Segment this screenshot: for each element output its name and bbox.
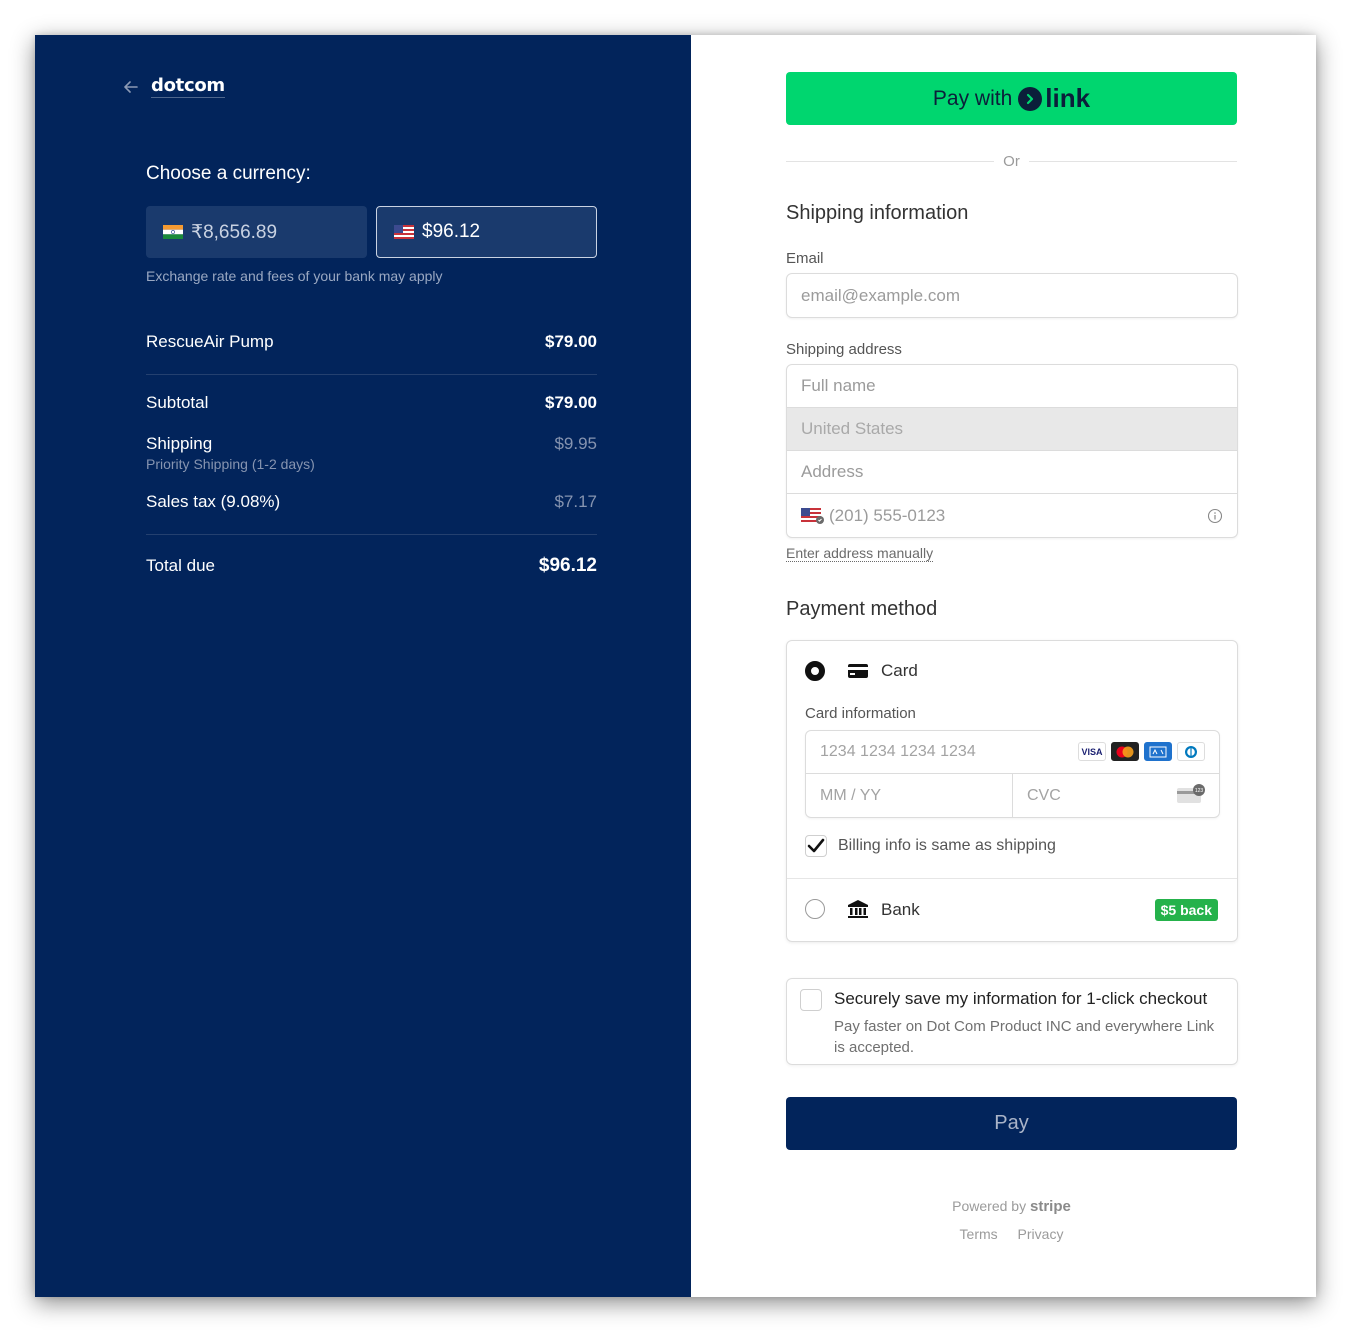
enter-address-manually-link[interactable]: Enter address manually [786,546,934,562]
svg-text:123: 123 [1195,788,1204,794]
bank-cashback-badge: $5 back [1154,899,1218,921]
or-separator: Or [786,151,1238,171]
bank-radio[interactable] [805,899,825,919]
brand-name: dotcom [151,75,225,98]
full-name-input[interactable]: Full name [787,365,1237,408]
phone-field[interactable]: (201) 555-0123 [787,494,1237,537]
powered-by-text: Powered by [952,1198,1027,1214]
card-label[interactable]: Card [881,661,918,681]
card-number-placeholder: 1234 1234 1234 1234 [820,743,976,760]
link-logo: link [1018,83,1090,114]
tax-row: Sales tax (9.08%) $7.17 [146,492,597,512]
bank-label[interactable]: Bank [881,900,920,920]
country-select[interactable]: United States [787,408,1237,451]
diners-icon [1177,742,1205,761]
pay-button[interactable]: Pay [786,1097,1237,1150]
checkmark-icon [807,838,825,853]
privacy-link[interactable]: Privacy [1018,1226,1064,1242]
card-brands: VISA [1078,742,1205,761]
shipping-address-group: Full name United States Address (201) 55… [786,364,1238,538]
pay-with-link-button[interactable]: Pay with link [786,72,1237,125]
card-fields: 1234 1234 1234 1234 VISA MM / YY CVC 123 [805,730,1220,818]
currency-option-usd[interactable]: $96.12 [376,206,597,258]
link-logo-text: link [1045,83,1091,113]
shipping-value: $9.95 [554,434,597,453]
currency-option-inr[interactable]: ₹8,656.89 [146,206,367,258]
currency-amount-inr: ₹8,656.89 [191,221,278,243]
tax-label: Sales tax (9.08%) [146,492,281,511]
cvc-input[interactable]: CVC [1027,787,1061,805]
shipping-label: Shipping [146,434,213,453]
card-info-label: Card information [805,705,916,722]
total-row: Total due $96.12 [146,555,597,577]
or-text: Or [1003,152,1020,170]
subtotal-row: Subtotal $79.00 [146,393,597,413]
expiry-input[interactable]: MM / YY [806,774,1013,818]
terms-link[interactable]: Terms [960,1226,998,1242]
stripe-logo: stripe [1029,1198,1071,1215]
item-name: RescueAir Pump [146,332,274,351]
back-arrow-icon[interactable] [121,77,141,97]
total-value: $96.12 [538,555,597,576]
amex-icon [1144,742,1172,761]
billing-same-row[interactable]: Billing info is same as shipping [805,835,1056,857]
phone-input[interactable]: (201) 555-0123 [829,506,945,526]
powered-by-stripe[interactable]: Powered by stripe [786,1198,1237,1215]
save-info-description: Pay faster on Dot Com Product INC and ev… [834,1018,1215,1056]
address-input[interactable]: Address [787,451,1237,494]
payment-method-box: Card Card information 1234 1234 1234 123… [786,640,1238,942]
card-number-input[interactable]: 1234 1234 1234 1234 VISA [806,731,1219,774]
email-field[interactable]: email@example.com [786,273,1238,318]
mastercard-icon [1111,742,1139,761]
summary-divider [146,374,597,375]
payment-panel: Pay with link Or Shipping information Em… [691,35,1316,1297]
bank-icon [848,900,868,918]
us-flag-icon [801,507,824,524]
card-radio[interactable] [805,661,825,681]
card-icon [848,664,868,678]
order-summary-panel: dotcom Choose a currency: ₹8,656.89 $96.… [35,35,691,1297]
email-input[interactable]: email@example.com [787,274,1237,317]
line-item: RescueAir Pump $79.00 [146,332,597,352]
link-arrow-icon [1018,86,1043,111]
payment-method-divider [787,878,1237,879]
shipping-info-title: Shipping information [786,202,969,224]
cvc-card-icon: 123 [1177,784,1205,803]
shipping-method: Priority Shipping (1-2 days) [146,456,315,472]
info-icon[interactable] [1207,508,1223,524]
link-button-prefix: Pay with [932,86,1013,110]
currency-amount-usd: $96.12 [422,221,481,242]
email-label: Email [786,250,824,267]
billing-same-checkbox[interactable] [805,835,827,857]
save-info-title: Securely save my information for 1-click… [834,989,1208,1008]
billing-same-label: Billing info is same as shipping [838,837,1056,854]
subtotal-label: Subtotal [146,393,209,412]
currency-title: Choose a currency: [146,163,311,184]
save-info-checkbox[interactable] [800,989,822,1011]
save-info-box[interactable]: Securely save my information for 1-click… [786,978,1238,1065]
us-flag-icon [394,225,414,239]
item-price: $79.00 [545,332,597,351]
total-divider [146,534,597,535]
shipping-row: Shipping $9.95 [146,434,597,454]
checkout-window: dotcom Choose a currency: ₹8,656.89 $96.… [35,35,1316,1297]
visa-icon: VISA [1078,742,1106,761]
tax-value: $7.17 [554,492,597,511]
cvc-field[interactable]: CVC 123 [1013,774,1220,818]
currency-note: Exchange rate and fees of your bank may … [146,268,443,284]
india-flag-icon [163,225,183,239]
payment-method-title: Payment method [786,598,938,620]
total-label: Total due [146,556,215,575]
shipping-address-label: Shipping address [786,341,902,358]
subtotal-value: $79.00 [545,393,597,412]
brand-header[interactable]: dotcom [121,75,225,98]
footer-links: Terms Privacy [786,1226,1237,1242]
